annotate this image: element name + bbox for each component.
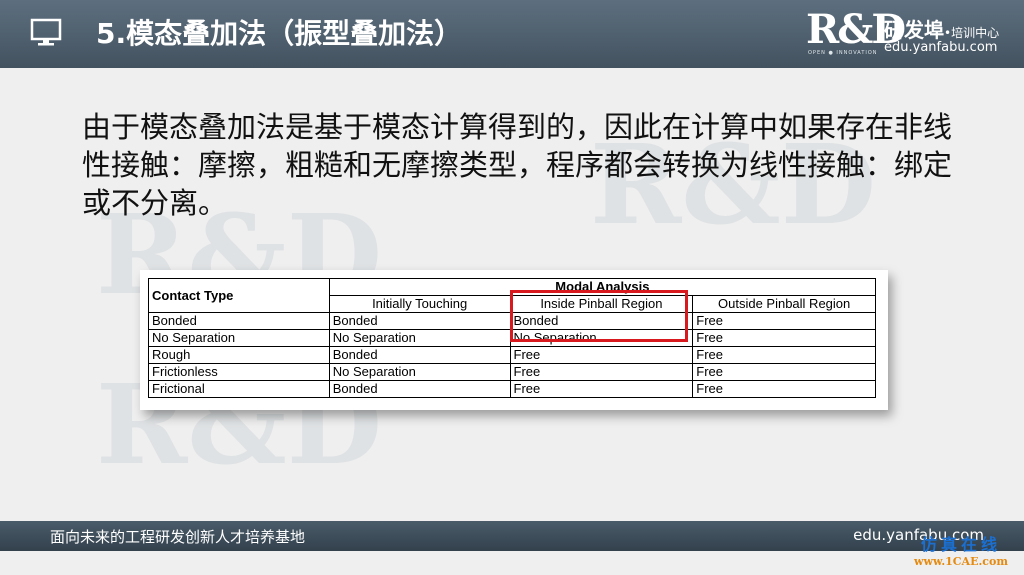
subheader-outside-pinball: Outside Pinball Region — [692, 295, 876, 313]
logo-url: edu.yanfabu.com — [884, 40, 998, 55]
table-cell: Free — [692, 346, 876, 364]
body-paragraph: 由于模态叠加法是基于模态计算得到的，因此在计算中如果存在非线性接触：摩擦，粗糙和… — [82, 110, 953, 220]
table-cell: Rough — [148, 346, 330, 364]
table-cell: Bonded — [328, 346, 511, 364]
contact-table-figure: Contact Type Modal Analysis Initially To… — [140, 270, 888, 410]
highlight-box — [510, 290, 688, 342]
header-bar: 5.模态叠加法（振型叠加法） R&D OPEN ● INNOVATION 研发埠… — [0, 0, 1024, 68]
table-cell: Bonded — [328, 312, 511, 330]
table-cell: Frictionless — [148, 363, 330, 381]
subheader-initially-touching: Initially Touching — [328, 295, 511, 313]
table-cell: Bonded — [328, 380, 511, 398]
table-cell: No Separation — [328, 363, 511, 381]
table-row: Rough Bonded Free Free — [148, 346, 876, 364]
logo-name-main: 研发埠 — [884, 18, 944, 42]
table-cell: Free — [692, 363, 876, 381]
table-cell: Free — [692, 329, 876, 347]
table-cell: Bonded — [148, 312, 330, 330]
table-row: Frictionless No Separation Free Free — [148, 363, 876, 381]
table-cell: No Separation — [148, 329, 330, 347]
table-cell: Free — [509, 380, 694, 398]
table-row: Frictional Bonded Free Free — [148, 380, 876, 398]
footer-slogan: 面向未来的工程研发创新人才培养基地 — [50, 528, 306, 546]
table-cell: Free — [509, 363, 694, 381]
table-cell: Free — [692, 312, 876, 330]
monitor-icon — [30, 18, 62, 46]
table-cell: No Separation — [328, 329, 511, 347]
footer-bar: 面向未来的工程研发创新人才培养基地 edu.yanfabu.com — [0, 521, 1024, 551]
logo-name-suffix: •培训中心 — [944, 26, 1000, 40]
stamp-url: www.1CAE.com — [914, 555, 1008, 568]
brand-logo: R&D OPEN ● INNOVATION 研发埠•培训中心 edu.yanfa… — [806, 8, 1006, 62]
stamp-name: 仿真在线 — [920, 535, 1001, 554]
table-cell: Frictional — [148, 380, 330, 398]
logo-tagline: OPEN ● INNOVATION — [808, 50, 878, 56]
page-title: 5.模态叠加法（振型叠加法） — [96, 17, 463, 50]
table-cell: Free — [509, 346, 694, 364]
site-stamp: 仿真在线 www.1CAE.com — [906, 536, 1016, 572]
table-cell: Free — [692, 380, 876, 398]
contact-type-header: Contact Type — [148, 278, 330, 313]
logo-name: 研发埠•培训中心 — [884, 14, 999, 43]
